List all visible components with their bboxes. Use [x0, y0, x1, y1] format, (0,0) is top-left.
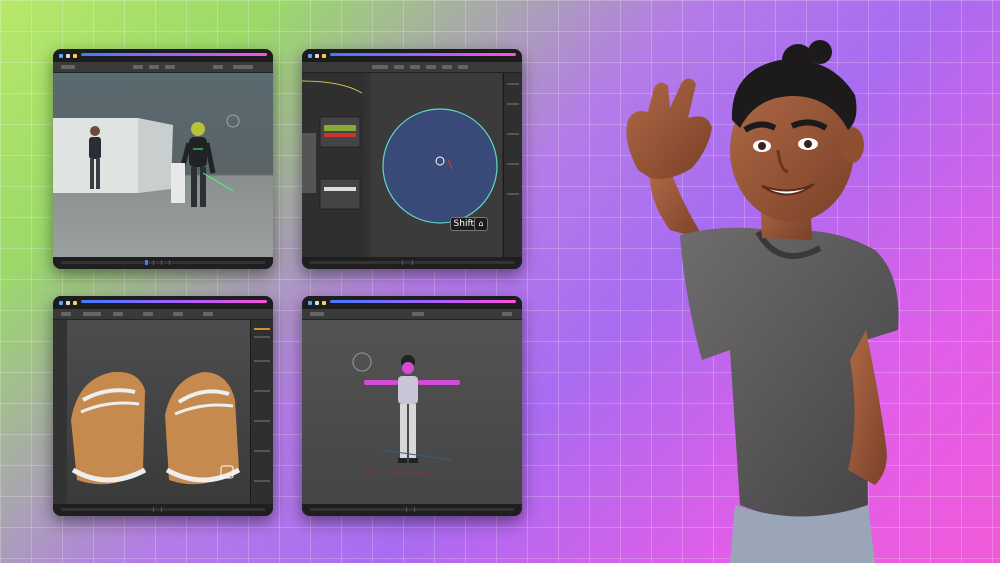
- window-accent-bar: [330, 300, 516, 303]
- viewport-toolbar[interactable]: [53, 62, 273, 73]
- app-icon: [59, 300, 63, 305]
- character-illustration: [530, 0, 1000, 563]
- window-titlebar: [302, 296, 522, 309]
- warning-icon: [73, 53, 77, 58]
- timeline[interactable]: [302, 257, 522, 269]
- viewport-toolbar[interactable]: [53, 309, 273, 320]
- left-shoe: [71, 371, 147, 485]
- motion-capture-scene: [53, 114, 240, 207]
- editor-toolbar[interactable]: [302, 62, 522, 73]
- t-pose-character: [364, 355, 460, 463]
- menu-icon: [315, 53, 319, 58]
- window-character-rig[interactable]: [302, 296, 522, 516]
- background: Shift ⌂: [0, 0, 1000, 563]
- 3d-viewport[interactable]: [53, 73, 273, 257]
- window-accent-bar: [330, 53, 516, 56]
- timeline[interactable]: [53, 257, 273, 269]
- window-accent-bar: [81, 53, 267, 56]
- window-titlebar: [53, 49, 273, 62]
- timeline[interactable]: [53, 504, 273, 516]
- waving-character: [626, 40, 899, 563]
- 3d-viewport[interactable]: [302, 320, 522, 504]
- app-icon: [59, 53, 63, 58]
- app-icon: [308, 53, 312, 58]
- warning-icon: [73, 300, 77, 305]
- menu-icon: [66, 53, 70, 58]
- window-titlebar: [302, 49, 522, 62]
- 3d-viewport[interactable]: [53, 320, 251, 504]
- node-editor-and-viewport[interactable]: [302, 73, 522, 257]
- app-icon: [308, 300, 312, 305]
- warning-icon: [322, 53, 326, 58]
- menu-icon: [315, 300, 319, 305]
- properties-panel[interactable]: [250, 320, 273, 504]
- properties-panel[interactable]: [503, 73, 522, 257]
- rigged-character: [178, 122, 234, 207]
- window-shoe-modeling[interactable]: [53, 296, 273, 516]
- window-titlebar: [53, 296, 273, 309]
- window-motion-capture[interactable]: [53, 49, 273, 269]
- right-shoe: [165, 372, 241, 485]
- viewport-toolbar[interactable]: [302, 309, 522, 320]
- texture-paint-scene: [302, 73, 522, 257]
- timeline[interactable]: [302, 504, 522, 516]
- menu-icon: [66, 300, 70, 305]
- window-texture-paint[interactable]: Shift ⌂: [302, 49, 522, 269]
- warning-icon: [322, 300, 326, 305]
- shoe-scene: [53, 320, 241, 504]
- character-rig-scene: [352, 352, 460, 476]
- window-accent-bar: [81, 300, 267, 303]
- mouse-icon: ⌂: [474, 217, 488, 231]
